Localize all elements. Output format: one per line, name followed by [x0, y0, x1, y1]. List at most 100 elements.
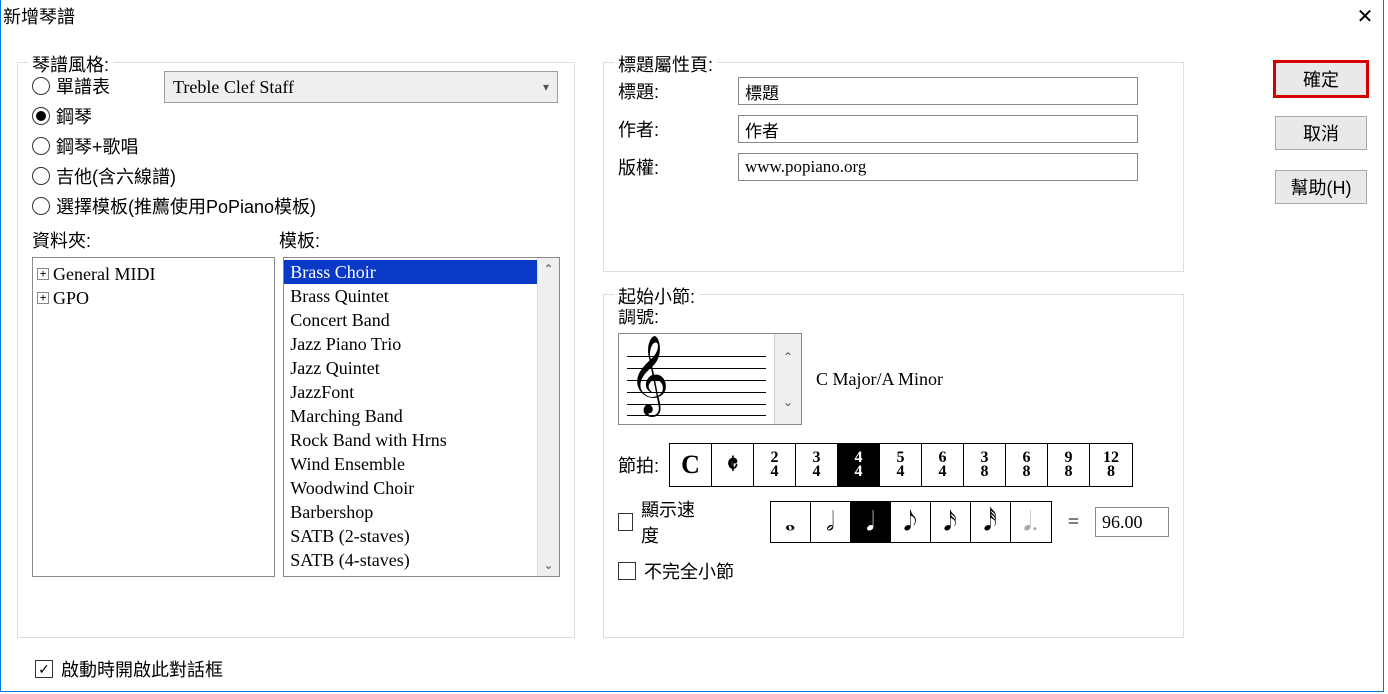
list-item[interactable]: Wind Ensemble: [284, 452, 559, 476]
button-column: 確定 取消 幫助(H): [1275, 62, 1367, 204]
timesig-5-4[interactable]: 54: [880, 444, 922, 486]
template-list[interactable]: Brass Choir Brass Quintet Concert Band J…: [283, 257, 560, 577]
key-signature-name: C Major/A Minor: [816, 369, 943, 390]
help-button[interactable]: 幫助(H): [1275, 170, 1367, 204]
group-starting-measure: 起始小節: 調號: 𝄞 ⌃ ⌄ C Major/A Minor: [603, 294, 1184, 638]
checkbox-icon: [618, 513, 633, 531]
treble-clef-icon: 𝄞: [629, 340, 669, 408]
folder-tree[interactable]: + General MIDI + GPO: [32, 257, 275, 577]
list-item[interactable]: Barbershop: [284, 500, 559, 524]
timesig-6-4[interactable]: 64: [922, 444, 964, 486]
copyright-input[interactable]: [738, 153, 1138, 181]
field-author-label: 作者:: [618, 116, 738, 142]
list-item[interactable]: Concert Band: [284, 308, 559, 332]
spin-up-icon[interactable]: ⌃: [775, 334, 801, 379]
list-item[interactable]: Woodwind Choir: [284, 476, 559, 500]
field-title-label: 標題:: [618, 78, 738, 104]
list-item[interactable]: Jazz Piano Trio: [284, 332, 559, 356]
dialog-window: 新增琴譜 ✕ 琴譜風格: 單譜表 Treble Clef Staff ▾ 鋼琴 …: [0, 0, 1384, 692]
list-item[interactable]: Brass Quintet: [284, 284, 559, 308]
key-signature-preview: 𝄞: [619, 334, 775, 424]
scrollbar[interactable]: ⌃ ⌄: [537, 258, 559, 576]
template-label: 模板:: [279, 227, 320, 253]
ok-button[interactable]: 確定: [1275, 62, 1367, 96]
cancel-button[interactable]: 取消: [1275, 116, 1367, 150]
list-item[interactable]: Jazz Quintet: [284, 356, 559, 380]
radio-piano-vocal-row[interactable]: 鋼琴+歌唱: [32, 131, 560, 161]
timesig-6-8[interactable]: 68: [1006, 444, 1048, 486]
scroll-down-icon[interactable]: ⌄: [538, 554, 559, 576]
timesig-cut[interactable]: 𝄵: [712, 444, 754, 486]
tree-item-general-midi[interactable]: + General MIDI: [37, 262, 270, 286]
list-item[interactable]: Rock Band with Hrns: [284, 428, 559, 452]
field-copyright-row: 版權:: [618, 149, 1169, 185]
key-signature-box: 𝄞 ⌃ ⌄: [618, 333, 802, 425]
note-quarter[interactable]: 𝅘𝅥: [851, 502, 891, 542]
note-sixteenth[interactable]: 𝅘𝅥𝅯: [931, 502, 971, 542]
timesig-2-4[interactable]: 24: [754, 444, 796, 486]
radio-icon: [32, 197, 50, 215]
checkbox-icon: ✓: [35, 660, 53, 678]
radio-guitar-tab-row[interactable]: 吉他(含六線譜): [32, 161, 560, 191]
note-thirtysecond[interactable]: 𝅘𝅥𝅰: [971, 502, 1011, 542]
staff-type-dropdown[interactable]: Treble Clef Staff ▾: [164, 71, 558, 103]
folder-label: 資料夾:: [32, 227, 91, 253]
radio-icon: [32, 107, 50, 125]
dialog-title: 新增琴譜: [3, 3, 75, 29]
key-signature-row: 𝄞 ⌃ ⌄ C Major/A Minor: [618, 333, 1169, 425]
incomplete-measure-label: 不完全小節: [644, 558, 734, 584]
tree-item-gpo[interactable]: + GPO: [37, 286, 270, 310]
spin-down-icon[interactable]: ⌄: [775, 379, 801, 424]
incomplete-measure-checkbox-row[interactable]: 不完全小節: [618, 557, 1169, 585]
list-item[interactable]: Brass Choir: [284, 260, 559, 284]
radio-icon: [32, 167, 50, 185]
tree-expand-icon[interactable]: +: [37, 268, 49, 280]
list-item[interactable]: SATB (2-staves): [284, 524, 559, 548]
radio-choose-template-row[interactable]: 選擇模板(推薦使用PoPiano模板): [32, 191, 560, 221]
timesig-common[interactable]: C: [670, 444, 712, 486]
field-author-row: 作者:: [618, 111, 1169, 147]
timesig-12-8[interactable]: 128: [1090, 444, 1132, 486]
tempo-input[interactable]: [1095, 507, 1169, 537]
radio-piano-label: 鋼琴: [56, 103, 92, 129]
equals-sign: =: [1068, 511, 1079, 534]
time-signature-label: 節拍:: [618, 452, 659, 478]
group-title-properties-legend: 標題屬性頁:: [614, 51, 717, 77]
radio-icon: [32, 137, 50, 155]
titlebar: 新增琴譜 ✕: [1, 0, 1383, 32]
show-tempo-checkbox-row[interactable]: 顯示速度: [618, 508, 700, 536]
startup-checkbox-label: 啟動時開啟此對話框: [61, 656, 223, 682]
folder-template-row: + General MIDI + GPO Brass Choir Brass Q…: [32, 257, 560, 577]
scroll-up-icon[interactable]: ⌃: [538, 258, 559, 280]
note-eighth[interactable]: 𝅘𝅥𝅮: [891, 502, 931, 542]
field-copyright-label: 版權:: [618, 154, 738, 180]
tree-expand-icon[interactable]: +: [37, 292, 49, 304]
checkbox-icon: [618, 562, 636, 580]
title-input[interactable]: [738, 77, 1138, 105]
list-item[interactable]: JazzFont: [284, 380, 559, 404]
note-whole[interactable]: 𝅝: [771, 502, 811, 542]
chevron-down-icon: ▾: [543, 80, 549, 95]
radio-piano-row[interactable]: 鋼琴: [32, 101, 560, 131]
timesig-3-8[interactable]: 38: [964, 444, 1006, 486]
time-signature-cells: C 𝄵 24 34 44 54 64 38 68 98 128: [669, 443, 1133, 487]
group-title-properties: 標題屬性頁: 標題: 作者: 版權:: [603, 62, 1184, 272]
tempo-row: 顯示速度 𝅝 𝅗𝅥 𝅘𝅥 𝅘𝅥𝅮 𝅘𝅥𝅯 𝅘𝅥𝅰 𝅘𝅥. =: [618, 501, 1169, 543]
radio-icon: [32, 77, 50, 95]
radio-piano-vocal-label: 鋼琴+歌唱: [56, 133, 139, 159]
staff-type-value: Treble Clef Staff: [173, 77, 294, 98]
timesig-9-8[interactable]: 98: [1048, 444, 1090, 486]
note-dotted[interactable]: 𝅘𝅥.: [1011, 502, 1051, 542]
close-icon[interactable]: ✕: [1353, 4, 1377, 29]
radio-choose-template-label: 選擇模板(推薦使用PoPiano模板): [56, 193, 316, 219]
list-item[interactable]: Marching Band: [284, 404, 559, 428]
startup-checkbox-row[interactable]: ✓ 啟動時開啟此對話框: [35, 655, 223, 683]
scroll-track[interactable]: [538, 280, 559, 554]
timesig-4-4[interactable]: 44: [838, 444, 880, 486]
show-tempo-label: 顯示速度: [641, 496, 700, 548]
list-item[interactable]: SATB (4-staves): [284, 548, 559, 572]
author-input[interactable]: [738, 115, 1138, 143]
dialog-content: 琴譜風格: 單譜表 Treble Clef Staff ▾ 鋼琴 鋼琴+歌唱 吉…: [1, 32, 1383, 691]
note-half[interactable]: 𝅗𝅥: [811, 502, 851, 542]
timesig-3-4[interactable]: 34: [796, 444, 838, 486]
